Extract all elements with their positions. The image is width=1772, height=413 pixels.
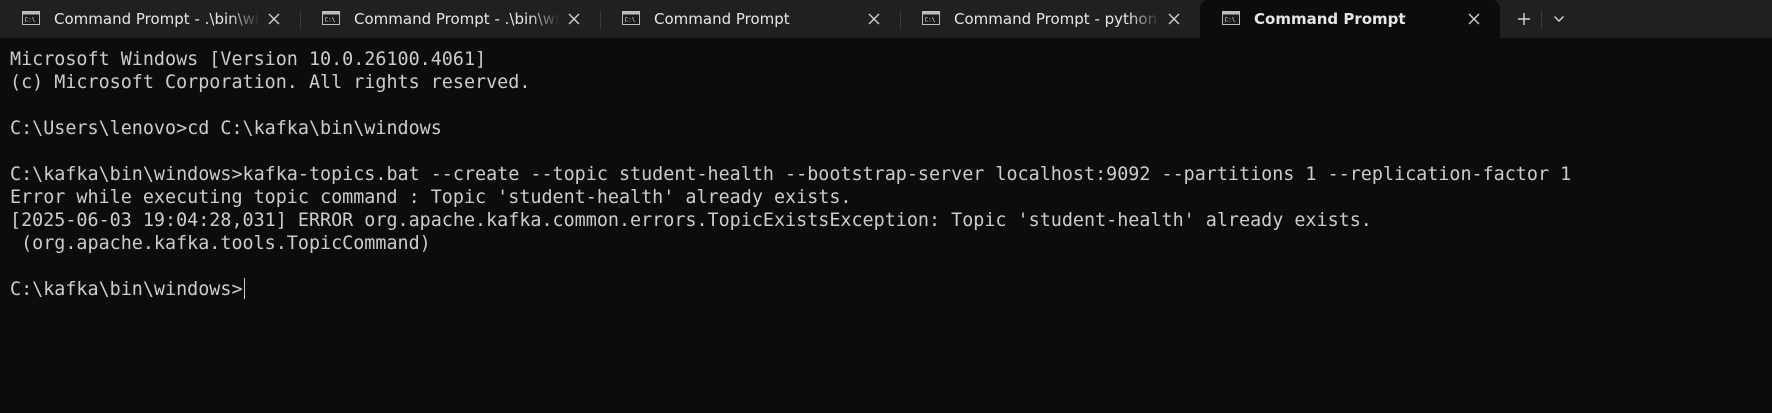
- tab-command-prompt-1[interactable]: C:\ Command Prompt - .\bin\windows\zooke…: [0, 0, 300, 38]
- svg-text:C:\: C:\: [25, 17, 36, 24]
- close-icon: [1168, 13, 1180, 25]
- tab-title: Command Prompt - python consumer.py: [954, 10, 1160, 28]
- close-tab-button[interactable]: [860, 5, 888, 33]
- tab-title: Command Prompt - .\bin\windows\zookeeper…: [54, 10, 260, 28]
- terminal-line: C:\kafka\bin\windows>kafka-topics.bat --…: [10, 164, 1572, 185]
- plus-icon: [1518, 13, 1530, 25]
- svg-text:C:\: C:\: [325, 17, 336, 24]
- terminal-icon: C:\: [1222, 11, 1240, 25]
- terminal-icon: C:\: [622, 11, 640, 25]
- svg-text:C:\: C:\: [625, 17, 636, 24]
- terminal-line: Microsoft Windows [Version 10.0.26100.40…: [10, 49, 487, 70]
- terminal-icon: C:\: [322, 11, 340, 25]
- terminal-output[interactable]: Microsoft Windows [Version 10.0.26100.40…: [10, 48, 1760, 301]
- prompt-text: C:\kafka\bin\windows>: [10, 279, 243, 300]
- tab-title: Command Prompt: [654, 10, 790, 28]
- tab-command-prompt-2[interactable]: C:\ Command Prompt - .\bin\windows\kafka…: [300, 0, 600, 38]
- terminal-icon: C:\: [922, 11, 940, 25]
- chevron-down-icon: [1554, 16, 1564, 22]
- close-icon: [268, 13, 280, 25]
- tab-title: Command Prompt - .\bin\windows\kafka-ser…: [354, 10, 560, 28]
- terminal-line: (c) Microsoft Corporation. All rights re…: [10, 72, 531, 93]
- command-prompt-line[interactable]: C:\kafka\bin\windows>: [10, 278, 1760, 301]
- close-tab-button[interactable]: [1460, 5, 1488, 33]
- terminal-line: C:\Users\lenovo>cd C:\kafka\bin\windows: [10, 118, 442, 139]
- close-tab-button[interactable]: [1160, 5, 1188, 33]
- close-icon: [868, 13, 880, 25]
- tab-command-prompt-4[interactable]: C:\ Command Prompt - python consumer.py: [900, 0, 1200, 38]
- tab-actions: [1508, 0, 1575, 38]
- terminal-icon: C:\: [22, 11, 40, 25]
- terminal-window: C:\ Command Prompt - .\bin\windows\zooke…: [0, 0, 1772, 413]
- close-tab-button[interactable]: [260, 5, 288, 33]
- close-icon: [568, 13, 580, 25]
- terminal-line: [2025-06-03 19:04:28,031] ERROR org.apac…: [10, 210, 1372, 231]
- text-cursor: [243, 278, 245, 299]
- svg-text:C:\: C:\: [1225, 17, 1236, 24]
- tab-command-prompt-active[interactable]: C:\ Command Prompt: [1200, 0, 1500, 38]
- tab-bar: C:\ Command Prompt - .\bin\windows\zooke…: [0, 0, 1772, 38]
- tab-command-prompt-3[interactable]: C:\ Command Prompt: [600, 0, 900, 38]
- tab-dropdown-button[interactable]: [1543, 3, 1575, 35]
- svg-text:C:\: C:\: [925, 17, 936, 24]
- terminal-line: Error while executing topic command : To…: [10, 187, 852, 208]
- close-tab-button[interactable]: [560, 5, 588, 33]
- close-icon: [1468, 13, 1480, 25]
- terminal-line: (org.apache.kafka.tools.TopicCommand): [10, 233, 431, 254]
- new-tab-button[interactable]: [1508, 3, 1540, 35]
- tab-title: Command Prompt: [1254, 10, 1406, 28]
- divider: [1541, 10, 1542, 28]
